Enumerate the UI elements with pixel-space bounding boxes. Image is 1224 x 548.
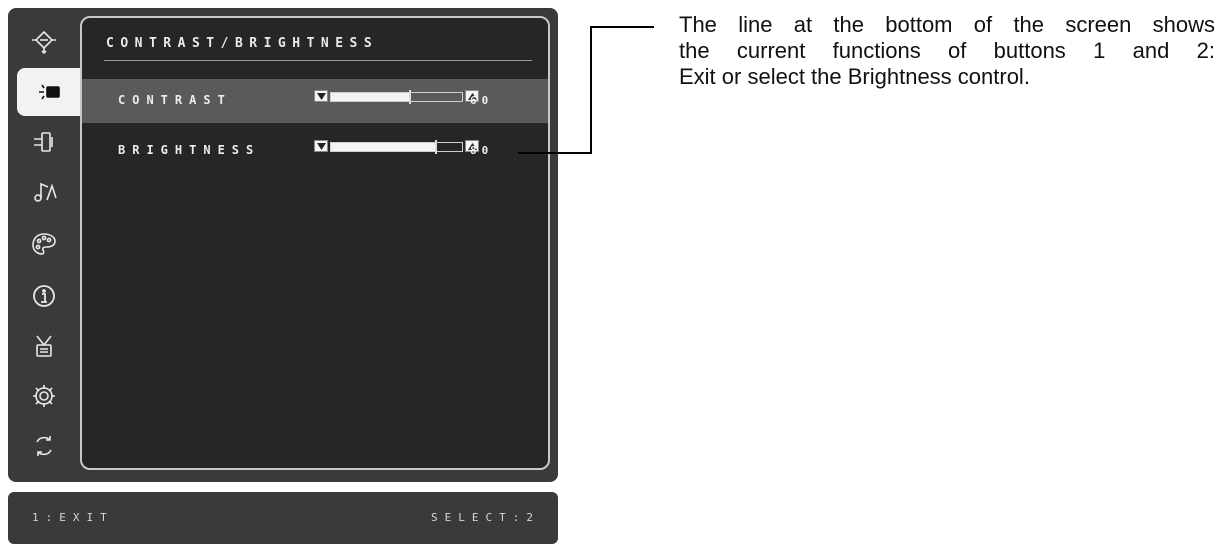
button-function-bar: 1:EXIT SELECT:2 [8,492,558,544]
contrast-value: 60 [470,94,494,107]
decrease-arrow-icon[interactable] [314,90,328,102]
contrast-fill [331,93,410,101]
osd-sidebar [8,8,80,482]
contrast-knob[interactable] [408,90,411,104]
brightness-value: 80 [470,144,494,157]
brightness-track [330,140,463,154]
annotation-line: The line at the bottom of the screen sho… [679,12,1215,37]
annotation-text: The line at the bottom of the screen sho… [679,12,1215,90]
panel-title: CONTRAST/BRIGHTNESS [106,36,379,51]
contrast-slider[interactable] [314,90,479,104]
settings-panel: CONTRAST/BRIGHTNESS CONTRAST 60 BRIGHTNE… [80,16,550,470]
select-hint: SELECT:2 [431,511,540,524]
contrast-brightness-icon[interactable] [17,68,80,116]
information-icon[interactable] [22,276,66,316]
annotation-line: Exit or select the Brightness control. [679,64,1030,89]
brightness-slider[interactable] [314,140,479,154]
exit-hint: 1:EXIT [32,511,114,524]
decrease-arrow-icon[interactable] [314,140,328,152]
brightness-fill [331,143,436,151]
color-adjust-icon[interactable] [22,224,66,264]
brightness-knob[interactable] [434,140,437,154]
callout-line-vertical [590,26,592,154]
callout-line-horizontal-top [590,26,654,28]
setup-menu-icon[interactable] [22,376,66,416]
brightness-label: BRIGHTNESS [118,143,261,157]
audio-icon[interactable] [22,172,66,212]
contrast-row[interactable]: CONTRAST 60 [82,79,548,123]
contrast-label: CONTRAST [118,93,232,107]
annotation-line: the current functions of buttons 1 and 2… [679,38,1215,63]
title-divider [104,60,532,61]
input-select-icon[interactable] [22,122,66,162]
callout-line-horizontal-bottom [518,152,592,154]
auto-adjust-icon[interactable] [22,22,66,62]
contrast-track [330,90,463,104]
manual-image-adjust-icon[interactable] [22,326,66,366]
brightness-row[interactable]: BRIGHTNESS 80 [82,129,548,173]
memory-recall-icon[interactable] [22,426,66,466]
osd-window: CONTRAST/BRIGHTNESS CONTRAST 60 BRIGHTNE… [8,8,558,482]
